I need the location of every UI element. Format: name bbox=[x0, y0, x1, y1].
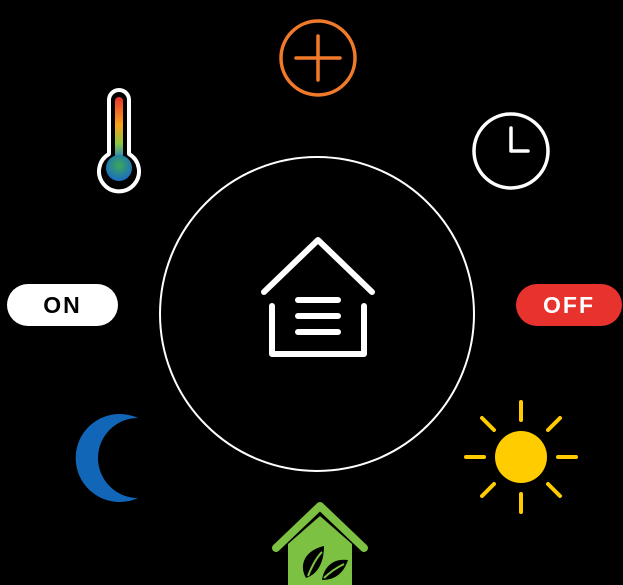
smart-home-menu-icon[interactable] bbox=[258, 232, 378, 358]
moon-icon[interactable] bbox=[75, 412, 152, 504]
clock-icon[interactable] bbox=[470, 110, 552, 192]
on-button[interactable]: ON bbox=[7, 284, 118, 326]
eco-home-leaf-icon[interactable] bbox=[268, 502, 372, 585]
off-button[interactable]: OFF bbox=[516, 284, 622, 326]
add-button[interactable] bbox=[272, 18, 364, 98]
sun-icon[interactable] bbox=[462, 398, 580, 516]
thermometer-icon[interactable] bbox=[91, 88, 147, 194]
